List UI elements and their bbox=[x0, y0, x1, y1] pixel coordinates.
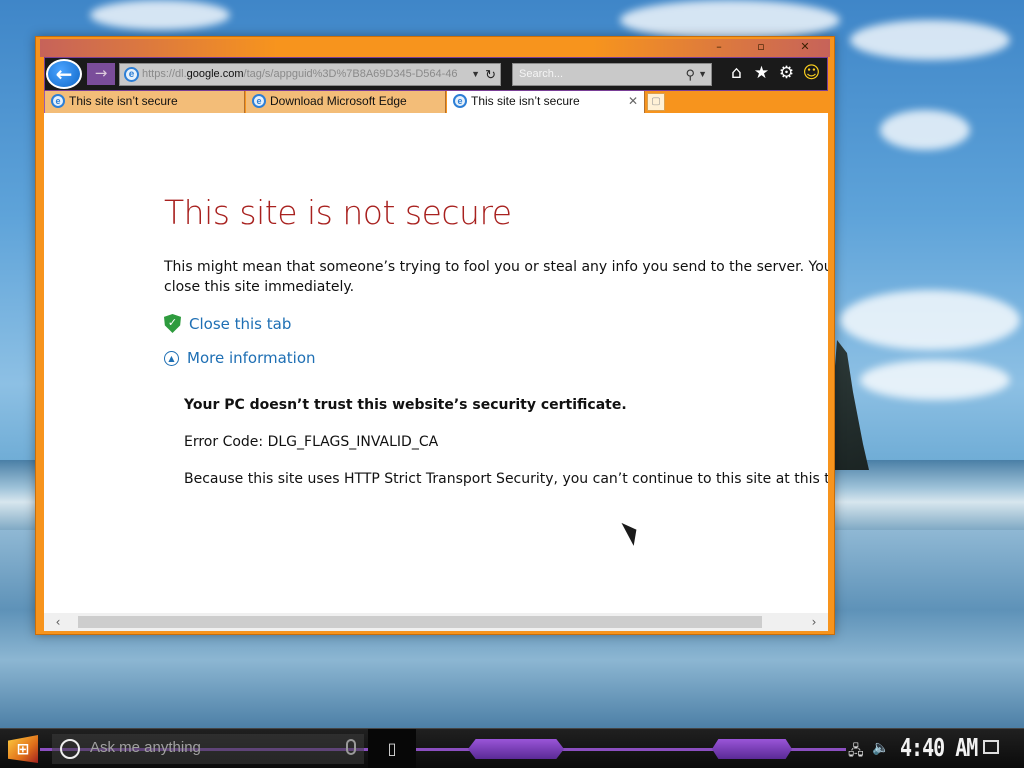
tab-bar: e This site isn’t secure e Download Micr… bbox=[44, 91, 828, 113]
mouse-cursor bbox=[621, 518, 643, 546]
ie-tab-icon: e bbox=[453, 94, 467, 108]
address-prefix: https://dl. bbox=[142, 68, 187, 80]
toolbar-icons: ⌂ ★ ⚙ ☺ bbox=[727, 64, 821, 84]
shield-check-icon: ✓ bbox=[164, 314, 181, 333]
horizontal-scrollbar[interactable]: ‹ › bbox=[44, 613, 828, 631]
browser-window: – ▫ ✕ ← → e https://dl.google.com/tag/s/… bbox=[35, 36, 835, 635]
ie-tab-icon: e bbox=[252, 94, 266, 108]
page-title: This site is not secure bbox=[164, 193, 512, 232]
home-icon[interactable]: ⌂ bbox=[727, 64, 746, 84]
scroll-right-icon[interactable]: › bbox=[804, 613, 824, 631]
window-controls: – ▫ ✕ bbox=[698, 39, 828, 57]
hsts-message: Because this site uses HTTP Strict Trans… bbox=[184, 471, 828, 487]
tab-label: Download Microsoft Edge bbox=[270, 94, 407, 108]
more-info-label: More information bbox=[187, 349, 316, 367]
tab-download-edge[interactable]: e Download Microsoft Edge bbox=[246, 91, 446, 113]
minimize-button[interactable]: – bbox=[698, 39, 740, 57]
taskbar-clock[interactable]: 4:40 AM bbox=[900, 732, 978, 762]
back-button[interactable]: ← bbox=[46, 59, 82, 89]
refresh-icon[interactable]: ↻ bbox=[485, 64, 496, 85]
address-dropdown-icon[interactable]: ▼ bbox=[471, 64, 480, 85]
feedback-smiley-icon[interactable]: ☺ bbox=[802, 64, 821, 84]
search-dropdown-icon[interactable]: ▼ bbox=[698, 64, 707, 85]
close-this-tab-link[interactable]: ✓ Close this tab bbox=[164, 314, 291, 333]
action-center-icon[interactable] bbox=[983, 740, 999, 754]
cortana-search-box[interactable]: Ask me anything bbox=[52, 734, 364, 764]
new-tab-button[interactable]: ▢ bbox=[647, 93, 665, 111]
error-code: Error Code: DLG_FLAGS_INVALID_CA bbox=[184, 434, 439, 450]
maximize-button[interactable]: ▫ bbox=[740, 39, 782, 57]
description-line-2: close this site immediately. bbox=[164, 279, 355, 295]
forward-button[interactable]: → bbox=[87, 63, 115, 85]
certificate-heading: Your PC doesn’t trust this website’s sec… bbox=[184, 397, 627, 413]
tab-site-insecure-active[interactable]: e This site isn’t secure ✕ bbox=[447, 91, 645, 113]
cortana-icon bbox=[60, 739, 80, 759]
close-tab-icon[interactable]: ✕ bbox=[628, 91, 638, 112]
taskbar: ⊞ Ask me anything ▯ 🖧 🔈 4:40 AM bbox=[0, 728, 1024, 768]
favorites-star-icon[interactable]: ★ bbox=[752, 64, 771, 84]
start-button[interactable]: ⊞ bbox=[8, 735, 38, 763]
description-line-1: This might mean that someone’s trying to… bbox=[164, 259, 828, 275]
taskbar-app-slot[interactable] bbox=[712, 739, 792, 759]
search-placeholder: Search... bbox=[519, 68, 564, 80]
tab-label: This site isn’t secure bbox=[69, 94, 178, 108]
settings-gear-icon[interactable]: ⚙ bbox=[777, 64, 796, 84]
navigation-toolbar: ← → e https://dl.google.com/tag/s/appgui… bbox=[44, 57, 828, 91]
more-information-link[interactable]: ▲ More information bbox=[164, 349, 316, 367]
expand-circle-icon: ▲ bbox=[164, 350, 179, 366]
close-window-button[interactable]: ✕ bbox=[782, 39, 828, 57]
ie-tab-icon: e bbox=[51, 94, 65, 108]
page-content: This site is not secure This might mean … bbox=[44, 113, 828, 631]
microphone-icon[interactable] bbox=[346, 739, 356, 755]
task-view-button[interactable]: ▯ bbox=[368, 729, 416, 768]
scroll-left-icon[interactable]: ‹ bbox=[48, 613, 68, 631]
tab-label: This site isn’t secure bbox=[471, 94, 580, 108]
search-icon[interactable]: ⚲ bbox=[685, 64, 695, 85]
tab-site-insecure-1[interactable]: e This site isn’t secure bbox=[45, 91, 245, 113]
address-bar[interactable]: e https://dl.google.com/tag/s/appguid%3D… bbox=[119, 63, 501, 86]
search-box[interactable]: Search... ⚲ ▼ bbox=[512, 63, 712, 86]
address-domain: google.com bbox=[186, 68, 244, 80]
network-icon[interactable]: 🖧 bbox=[848, 740, 864, 764]
error-description: This might mean that someone’s trying to… bbox=[164, 257, 828, 297]
close-tab-label: Close this tab bbox=[189, 314, 292, 333]
cortana-placeholder: Ask me anything bbox=[90, 739, 201, 756]
scroll-thumb[interactable] bbox=[78, 616, 762, 628]
volume-muted-icon[interactable]: 🔈 bbox=[872, 740, 889, 756]
taskbar-app-slot[interactable] bbox=[468, 739, 564, 759]
address-path: /tag/s/appguid%3D%7B8A69D345-D564-46 bbox=[243, 68, 458, 80]
ie-page-icon: e bbox=[124, 67, 139, 82]
